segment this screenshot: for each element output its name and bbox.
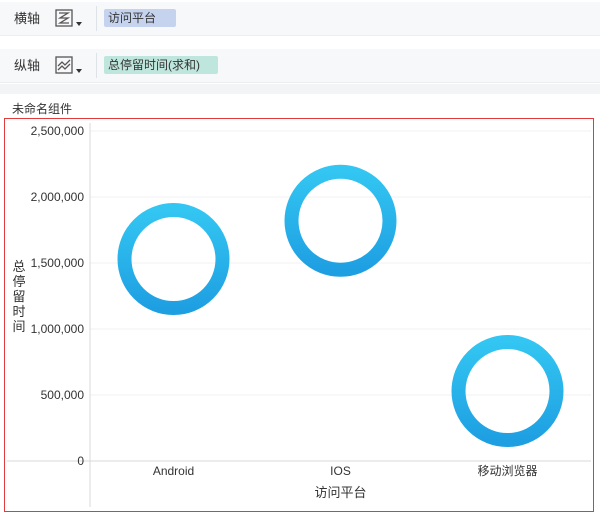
y-axis-label: 纵轴 — [14, 58, 41, 73]
x-tick-label: Android — [153, 464, 194, 478]
data-markers — [117, 164, 564, 448]
y-axis-title: 总停留时间 — [12, 259, 25, 334]
section-spacer — [0, 84, 600, 94]
y-tick-labels: 0 500,000 1,000,000 1,500,000 2,000,000 2,500… — [31, 124, 85, 468]
y-tick-label: 500,000 — [41, 388, 85, 402]
x-field-pill[interactable]: 访问平台 — [104, 9, 176, 27]
bubble-chart: 0 500,000 1,000,000 1,500,000 2,000,000 2,500… — [7, 123, 591, 507]
line-area-chart-icon[interactable] — [54, 55, 84, 77]
shelf-divider — [96, 6, 97, 31]
y-axis-title-char: 间 — [12, 319, 25, 334]
bubble-chart-icon[interactable] — [54, 8, 84, 30]
y-tick-label: 1,000,000 — [31, 322, 85, 336]
y-axis-title-char: 时 — [12, 304, 25, 319]
axes — [7, 123, 591, 507]
y-tick-label: 0 — [77, 454, 84, 468]
y-tick-label: 2,000,000 — [31, 190, 85, 204]
data-point-ring[interactable] — [117, 203, 230, 316]
data-point-ring[interactable] — [451, 335, 564, 448]
x-axis-shelf: 横轴 访问平台 — [0, 2, 600, 36]
shelf-spacer — [0, 36, 600, 48]
y-tick-label: 2,500,000 — [31, 124, 85, 138]
y-field-pill[interactable]: 总停留时间(求和) — [104, 56, 218, 74]
x-axis-label: 横轴 — [14, 11, 41, 26]
y-tick-label: 1,500,000 — [31, 256, 85, 270]
x-tick-label: IOS — [330, 464, 351, 478]
x-tick-labels: Android IOS 移动浏览器 — [153, 463, 538, 478]
y-axis-title-char: 总 — [12, 259, 25, 274]
y-axis-title-char: 留 — [12, 289, 25, 304]
shelf-divider — [96, 53, 97, 78]
data-point-ring[interactable] — [284, 164, 397, 277]
chart-widget[interactable]: 0 500,000 1,000,000 1,500,000 2,000,000 2,500… — [4, 118, 594, 512]
y-axis-shelf: 纵轴 总停留时间(求和) — [0, 49, 600, 83]
x-tick-label: 移动浏览器 — [477, 463, 537, 478]
y-axis-title-char: 停 — [12, 274, 25, 289]
x-axis-title: 访问平台 — [314, 485, 366, 500]
widget-title: 未命名组件 — [12, 102, 73, 116]
